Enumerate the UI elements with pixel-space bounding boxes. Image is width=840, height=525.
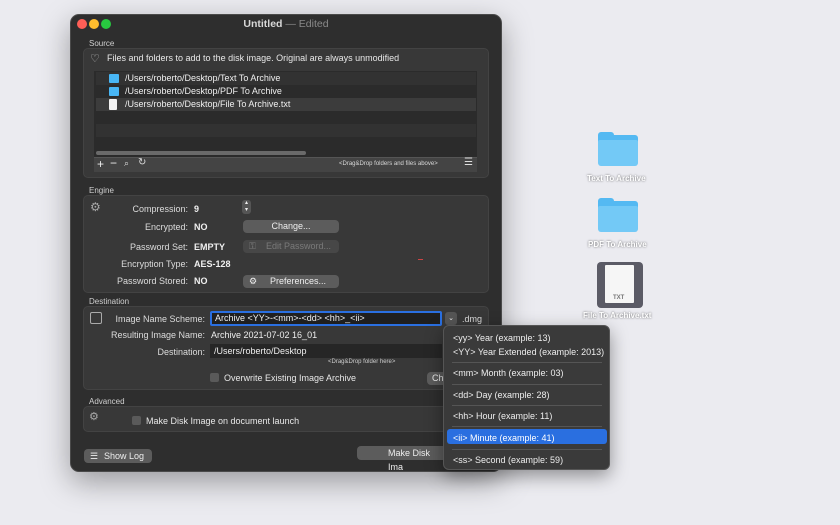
change-button[interactable]: Change... <box>243 220 339 233</box>
make-on-launch-checkbox[interactable] <box>132 416 141 425</box>
resulting-label: Resulting Image Name: <box>110 330 205 340</box>
menu-item-second[interactable]: <ss> Second (example: 59) <box>453 455 563 465</box>
source-description: Files and folders to add to the disk ima… <box>107 53 400 63</box>
scheme-token-menu: <yy> Year (example: 13) <YY> Year Extend… <box>443 325 610 470</box>
compression-stepper[interactable]: ▴ ▾ <box>242 200 251 214</box>
drop-hint: <Drag&Drop folders and files above> <box>339 161 438 167</box>
menu-item-day[interactable]: <dd> Day (example: 28) <box>453 390 550 400</box>
edit-password-button[interactable]: ⚿ Edit Password... <box>243 240 339 253</box>
scheme-input[interactable]: Archive <YY>-<mm>-<dd> <hh>_<ii> <box>210 311 442 326</box>
menu-item-year-extended[interactable]: <YY> Year Extended (example: 2013) <box>453 347 604 357</box>
chevron-down-icon[interactable]: ⌄ <box>445 312 457 325</box>
destination-label: Destination: <box>157 347 205 357</box>
menu-separator <box>452 405 602 406</box>
destination-section-label: Destination <box>89 297 130 306</box>
add-icon[interactable]: + <box>97 157 104 171</box>
list-item[interactable]: /Users/roberto/Desktop/Text To Archive <box>96 72 476 85</box>
title-bar: Untitled — Edited <box>71 15 501 33</box>
encryption-type-label: Encryption Type: <box>121 259 188 269</box>
source-section-label: Source <box>89 39 115 48</box>
password-set-label: Password Set: <box>129 242 188 252</box>
destination-field[interactable]: /Users/roberto/Desktop <box>210 344 442 358</box>
list-icon[interactable]: ☰ <box>464 157 473 168</box>
make-disk-image-button[interactable]: Make Disk Ima <box>357 446 447 472</box>
list-item[interactable]: /Users/roberto/Desktop/PDF To Archive <box>96 85 476 98</box>
destination-drop-hint: <Drag&Drop folder here> <box>328 359 396 365</box>
file-type-badge: TXT <box>613 295 625 301</box>
menu-separator <box>452 426 602 427</box>
password-stored-label: Password Stored: <box>116 276 188 286</box>
resulting-value: Archive 2021-07-02 16_01 <box>211 330 318 340</box>
file-icon <box>109 99 117 110</box>
list-icon: ☰ <box>90 451 99 461</box>
make-on-launch-label: Make Disk Image on document launch <box>146 416 300 426</box>
remove-icon[interactable]: − <box>110 156 117 170</box>
menu-item-year[interactable]: <yy> Year (example: 13) <box>453 333 551 343</box>
preferences-button[interactable]: ⚙ Preferences... <box>243 275 339 288</box>
encrypted-value: NO <box>194 222 208 232</box>
menu-separator <box>452 384 602 385</box>
menu-separator <box>452 362 602 363</box>
key-icon: ⚿ <box>249 241 256 251</box>
menu-item-minute[interactable]: <ii> Minute (example: 41) <box>453 433 555 443</box>
list-item[interactable]: /Users/roberto/Desktop/File To Archive.t… <box>96 98 476 111</box>
heart-icon: ♡ <box>90 53 100 65</box>
engine-section-label: Engine <box>89 186 114 195</box>
gears-icon: ⚙ <box>89 411 99 423</box>
desktop-item-label: File To Archive.txt <box>583 311 652 320</box>
advanced-section-label: Advanced <box>89 397 125 406</box>
overwrite-label: Overwrite Existing Image Archive <box>224 373 357 383</box>
password-set-value: EMPTY <box>194 242 226 252</box>
encrypted-label: Encrypted: <box>144 222 188 232</box>
horizontal-scrollbar[interactable] <box>96 151 306 155</box>
password-stored-value: NO <box>194 276 208 286</box>
refresh-icon[interactable]: ↻ <box>138 157 146 168</box>
extension-label: .dmg <box>462 314 483 324</box>
menu-item-hour[interactable]: <hh> Hour (example: 11) <box>453 411 552 421</box>
folder-icon <box>109 74 119 83</box>
menu-item-month[interactable]: <mm> Month (example: 03) <box>453 368 564 378</box>
show-log-button[interactable]: ☰ Show Log <box>84 449 152 463</box>
desktop-item-label: Text To Archive <box>587 174 646 183</box>
gear-icon: ⚙ <box>249 276 258 286</box>
search-icon[interactable]: ⌕ <box>124 158 129 169</box>
folder-icon <box>109 87 119 96</box>
overwrite-checkbox[interactable] <box>210 373 219 382</box>
desktop-item-label: PDF To Archive <box>588 240 647 249</box>
scheme-label: Image Name Scheme: <box>115 314 205 324</box>
window-title: Untitled — Edited <box>243 18 329 30</box>
menu-separator <box>452 449 602 450</box>
encryption-type-value: AES-128 <box>194 259 231 269</box>
compression-label: Compression: <box>132 204 188 214</box>
compression-value: 9 <box>194 204 200 214</box>
